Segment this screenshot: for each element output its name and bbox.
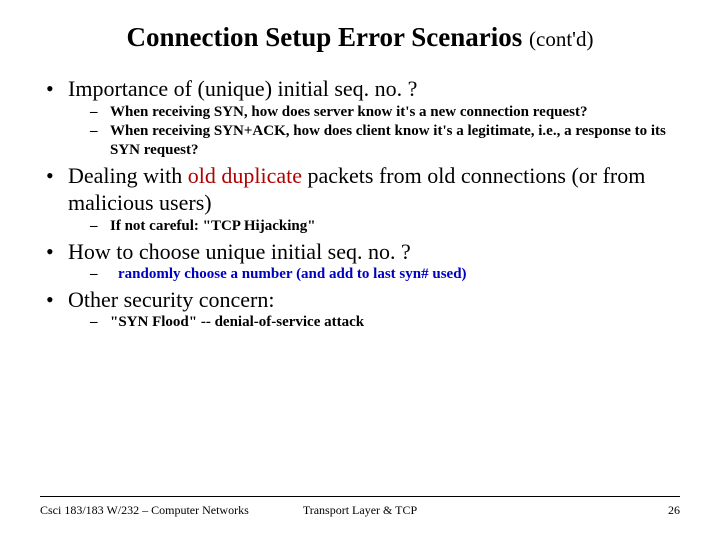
- sub-text: When receiving SYN, how does server know…: [110, 104, 588, 120]
- sub-item: When receiving SYN, how does server know…: [88, 103, 680, 122]
- footer-course: Csci 183/183 W/232 – Computer Networks: [40, 503, 258, 518]
- bullet-text: Other security concern:: [68, 287, 274, 312]
- bullet-choose: How to choose unique initial seq. no. ? …: [40, 238, 680, 284]
- bullet-importance: Importance of (unique) initial seq. no. …: [40, 75, 680, 160]
- sub-list: randomly choose a number (and add to las…: [68, 265, 680, 284]
- title-suffix: (cont'd): [529, 27, 593, 51]
- highlight-blue: randomly choose a number (and add to las…: [118, 266, 467, 282]
- bullet-dealing: Dealing with old duplicate packets from …: [40, 162, 680, 236]
- bullet-pre: Dealing with: [68, 163, 188, 188]
- sub-text: When receiving SYN+ACK, how does client …: [110, 123, 666, 158]
- sub-list: "SYN Flood" -- denial-of-service attack: [68, 313, 680, 332]
- footer-topic: Transport Layer & TCP: [258, 503, 463, 518]
- slide-content: Importance of (unique) initial seq. no. …: [40, 75, 680, 332]
- bullet-security: Other security concern: "SYN Flood" -- d…: [40, 286, 680, 332]
- highlight-red: old duplicate: [188, 163, 302, 188]
- sub-text: If not careful: "TCP Hijacking": [110, 218, 316, 234]
- bullet-list: Importance of (unique) initial seq. no. …: [40, 75, 680, 332]
- sub-item: When receiving SYN+ACK, how does client …: [88, 122, 680, 160]
- sub-list: If not careful: "TCP Hijacking": [68, 217, 680, 236]
- sub-item: If not careful: "TCP Hijacking": [88, 217, 680, 236]
- bullet-text: How to choose unique initial seq. no. ?: [68, 239, 411, 264]
- bullet-text: Importance of (unique) initial seq. no. …: [68, 76, 417, 101]
- title-main: Connection Setup Error Scenarios: [127, 22, 530, 52]
- slide-title: Connection Setup Error Scenarios (cont'd…: [40, 22, 680, 53]
- slide: Connection Setup Error Scenarios (cont'd…: [0, 0, 720, 540]
- sub-item: "SYN Flood" -- denial-of-service attack: [88, 313, 680, 332]
- sub-item: randomly choose a number (and add to las…: [88, 265, 680, 284]
- footer-row: Csci 183/183 W/232 – Computer Networks T…: [40, 503, 680, 518]
- sub-text: "SYN Flood" -- denial-of-service attack: [110, 314, 364, 330]
- footer-page-number: 26: [462, 503, 680, 518]
- slide-footer: Csci 183/183 W/232 – Computer Networks T…: [40, 496, 680, 518]
- sub-list: When receiving SYN, how does server know…: [68, 103, 680, 160]
